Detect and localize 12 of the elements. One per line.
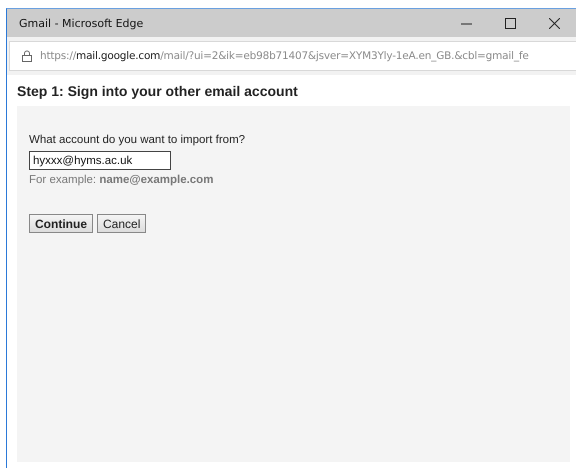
continue-button[interactable]: Continue [29,214,93,233]
page-heading: Step 1: Sign into your other email account [17,83,299,99]
email-field[interactable]: hyxxx@hyms.ac.uk [29,151,171,170]
close-icon [548,18,560,28]
cancel-button[interactable]: Cancel [97,214,146,233]
window-title: Gmail - Microsoft Edge [19,16,144,30]
address-bar[interactable]: https://mail.google.com/mail/?ui=2&ik=eb98b71407&jsver=XYM3Yly-1eA.en_GB.&cbl=gmail_fe [9,41,576,71]
maximize-icon [504,18,516,28]
url-text: https://mail.google.com/mail/?ui=2&ik=eb98b71407&jsver=XYM3Yly-1eA.en_GB.&cbl=gmail_fe [40,50,529,62]
lock-icon [22,50,32,62]
field-label: What account do you want to import from? [29,134,246,146]
example-hint: For example: name@example.com [29,174,214,186]
